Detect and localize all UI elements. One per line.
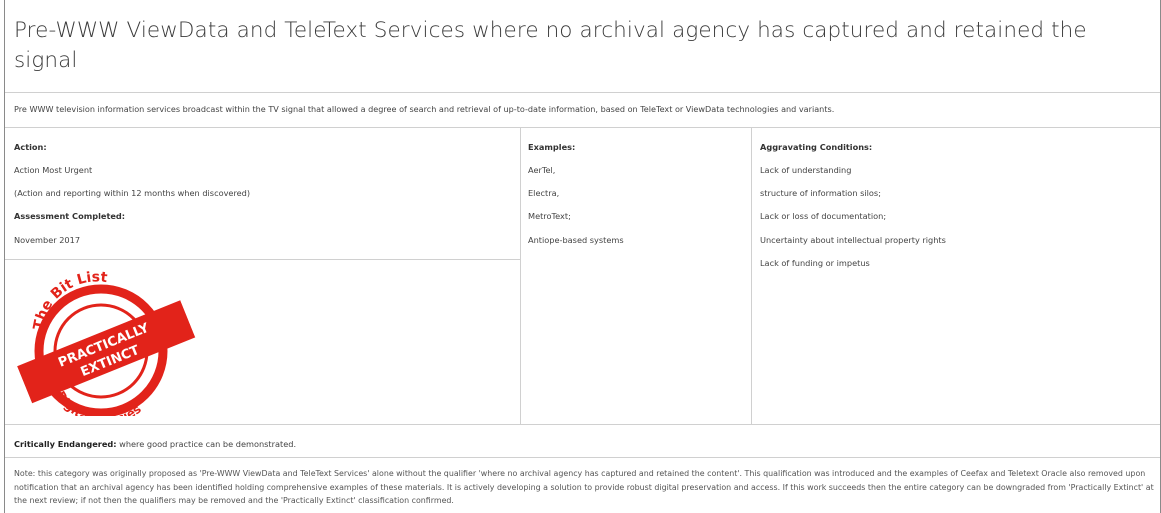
action-heading: Action: [14, 142, 47, 152]
critically-endangered-text: where good practice can be demonstrated. [116, 439, 297, 449]
column-divider [520, 128, 521, 424]
assessment-date: November 2017 [14, 235, 81, 245]
examples-heading: Examples: [528, 142, 576, 152]
divider [5, 457, 1160, 458]
content-frame: Pre-WWW ViewData and TeleText Services w… [4, 0, 1161, 513]
critically-endangered-line: Critically Endangered: where good practi… [14, 439, 296, 449]
aggravating-item: Lack of understanding [760, 165, 852, 175]
action-level: Action Most Urgent [14, 165, 93, 175]
practically-extinct-stamp: The Bit List Digital Species PRACTICALLY… [11, 266, 201, 428]
column-divider [751, 128, 752, 424]
example-item: AerTel, [528, 165, 556, 175]
divider [5, 259, 520, 260]
classification-note: Note: this category was originally propo… [14, 469, 1154, 506]
stamp-graphic: The Bit List Digital Species PRACTICALLY… [17, 269, 196, 428]
example-item: Electra, [528, 188, 560, 198]
divider [5, 92, 1160, 93]
aggravating-item: Lack of funding or impetus [760, 258, 870, 268]
critically-endangered-label: Critically Endangered: [14, 439, 117, 449]
page-title: Pre-WWW ViewData and TeleText Services w… [14, 18, 1087, 73]
intro-text: Pre WWW television information services … [14, 104, 835, 114]
details-grid: Action: Action Most Urgent (Action and r… [5, 128, 1160, 428]
assessment-heading: Assessment Completed: [14, 211, 126, 221]
action-timeline: (Action and reporting within 12 months w… [14, 188, 251, 198]
example-item: Antiope-based systems [528, 235, 624, 245]
aggravating-item: structure of information silos; [760, 188, 881, 198]
aggravating-item: Uncertainty about intellectual property … [760, 235, 946, 245]
example-item: MetroText; [528, 211, 571, 221]
divider [5, 424, 1160, 425]
aggravating-item: Lack or loss of documentation; [760, 211, 887, 221]
aggravating-heading: Aggravating Conditions: [760, 142, 873, 152]
